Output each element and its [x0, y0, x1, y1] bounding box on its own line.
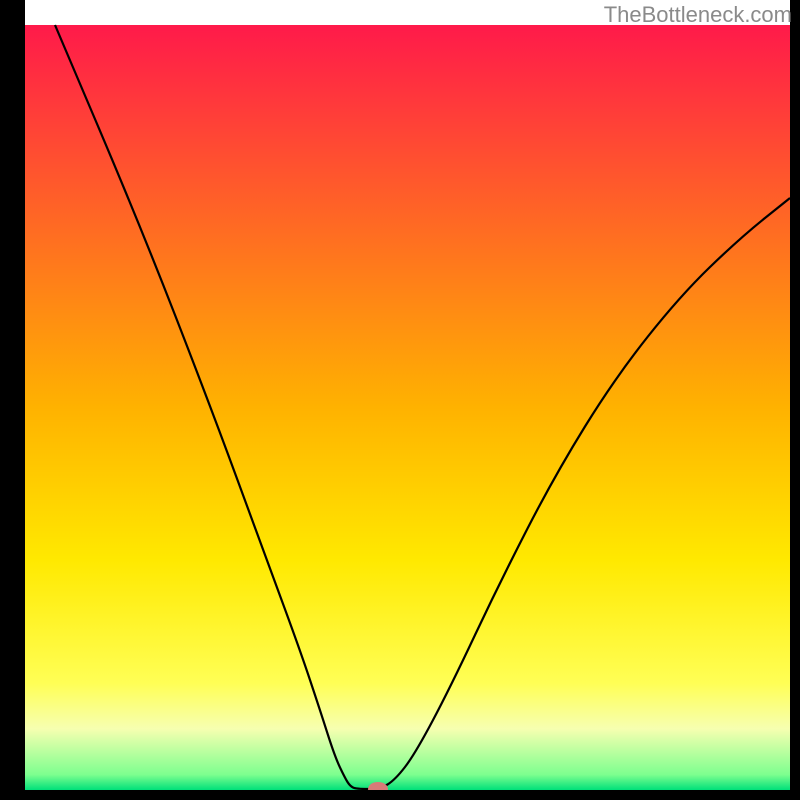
plot-background: [25, 25, 790, 790]
chart-container: TheBottleneck.com: [0, 0, 800, 800]
bottleneck-chart: [0, 0, 800, 800]
frame-left: [0, 0, 25, 800]
frame-right: [790, 0, 800, 800]
frame-bottom: [0, 790, 800, 800]
watermark-text: TheBottleneck.com: [604, 2, 792, 28]
